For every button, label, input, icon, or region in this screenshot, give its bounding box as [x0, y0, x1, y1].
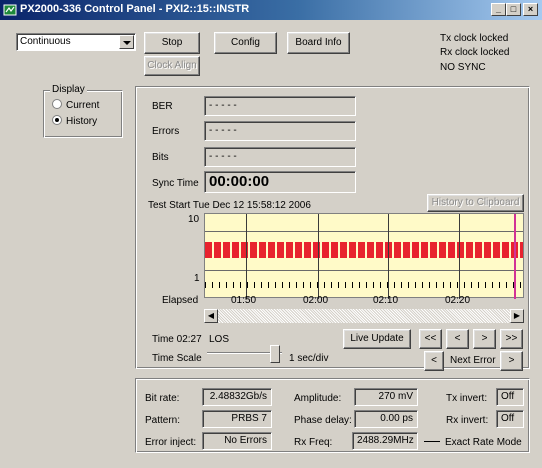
phase-delay-value: 0.00 ps	[354, 410, 418, 428]
display-group-label: Display	[50, 84, 87, 95]
errors-label: Errors	[152, 126, 180, 137]
x-axis-label: Elapsed	[162, 295, 199, 306]
bit-rate-value: 2.48832Gb/s	[202, 388, 272, 406]
radio-current-label: Current	[66, 100, 100, 111]
bits-label: Bits	[152, 152, 169, 163]
time-scale-value: 1 sec/div	[289, 353, 329, 364]
tx-invert-label: Tx invert:	[446, 393, 488, 404]
error-band	[205, 242, 523, 258]
history-plot[interactable]	[204, 213, 524, 299]
error-inject-label: Error inject:	[145, 437, 197, 448]
scroll-right-icon[interactable]: ▶	[510, 309, 524, 323]
title-bar[interactable]: PX2000-336 Control Panel - PXI2::15::INS…	[0, 0, 542, 20]
ber-label: BER	[152, 101, 173, 112]
gridline-mid	[205, 270, 523, 271]
scroll-track[interactable]	[218, 309, 510, 323]
gridline-top	[205, 231, 523, 232]
sync-time-label: Sync Time	[152, 178, 199, 189]
close-button[interactable]: ×	[523, 3, 538, 16]
pattern-value: PRBS 7	[202, 410, 272, 428]
x-tick-0150: 01:50	[231, 295, 257, 306]
exact-rate-dash	[424, 441, 440, 442]
minimize-button[interactable]: _	[491, 3, 506, 16]
scroll-left-icon[interactable]: ◀	[204, 309, 218, 323]
phase-delay-label: Phase delay:	[294, 415, 352, 426]
chevron-down-icon[interactable]	[119, 35, 134, 49]
prev-error-button[interactable]: <	[424, 351, 444, 371]
nav-next-button[interactable]: >	[473, 329, 496, 349]
amplitude-label: Amplitude:	[294, 393, 342, 404]
radio-history-dot[interactable]	[52, 115, 62, 125]
tx-clock-status: Tx clock locked	[440, 33, 509, 44]
board-info-button[interactable]: Board Info	[287, 32, 350, 54]
time-scale-label: Time Scale	[152, 353, 202, 364]
control-panel-window: PX2000-336 Control Panel - PXI2::15::INS…	[0, 0, 542, 468]
rx-invert-label: Rx invert:	[446, 415, 489, 426]
error-inject-value: No Errors	[202, 432, 272, 450]
window-title: PX2000-336 Control Panel - PXI2::15::INS…	[20, 3, 250, 15]
nav-last-button[interactable]: >>	[500, 329, 523, 349]
tx-invert-value[interactable]: Off	[496, 388, 524, 406]
nav-prev-button[interactable]: <	[446, 329, 469, 349]
x-tick-0210: 02:10	[373, 295, 399, 306]
x-axis-ticks	[205, 282, 523, 288]
exact-rate-mode-label: Exact Rate Mode	[445, 437, 522, 448]
radio-current[interactable]: Current	[52, 99, 99, 111]
pattern-label: Pattern:	[145, 415, 181, 426]
time-cursor[interactable]	[514, 214, 516, 299]
stop-button[interactable]: Stop	[144, 32, 200, 54]
rx-freq-value: 2488.29MHz	[352, 432, 418, 450]
rx-invert-value[interactable]: Off	[496, 410, 524, 428]
app-icon	[3, 4, 17, 16]
maximize-button[interactable]: □	[506, 3, 521, 16]
errors-value: - - - - -	[204, 121, 356, 141]
time-scale-thumb[interactable]	[270, 345, 280, 363]
display-group	[43, 90, 123, 138]
mode-select[interactable]: Continuous	[16, 33, 136, 51]
history-to-clipboard-button[interactable]: History to Clipboard	[427, 194, 524, 212]
live-update-button[interactable]: Live Update	[343, 329, 411, 349]
amplitude-value: 270 mV	[354, 388, 418, 406]
rx-freq-label: Rx Freq:	[294, 437, 333, 448]
bit-rate-label: Bit rate:	[145, 393, 180, 404]
y-axis-bottom-label: 1	[194, 273, 200, 284]
mode-select-value: Continuous	[20, 36, 71, 47]
radio-current-dot[interactable]	[52, 99, 62, 109]
bits-value: - - - - -	[204, 147, 356, 167]
sync-time-value: 00:00:00	[204, 171, 356, 193]
nav-first-button[interactable]: <<	[419, 329, 442, 349]
next-error-label: Next Error	[450, 355, 496, 366]
ber-value: - - - - -	[204, 96, 356, 116]
rx-clock-status: Rx clock locked	[440, 47, 510, 58]
next-error-button[interactable]: >	[500, 351, 523, 371]
y-axis-top-label: 10	[188, 214, 200, 225]
radio-history-label: History	[66, 116, 98, 127]
config-button[interactable]: Config	[214, 32, 277, 54]
time-text: Time 02:27	[152, 334, 202, 345]
radio-history[interactable]: History	[52, 115, 97, 127]
test-start-text: Test Start Tue Dec 12 15:58:12 2006	[148, 200, 311, 211]
x-tick-0220: 02:20	[445, 295, 471, 306]
history-scrollbar[interactable]: ◀ ▶	[204, 309, 524, 323]
x-tick-0200: 02:00	[303, 295, 329, 306]
sync-status: NO SYNC	[440, 62, 486, 73]
clock-align-button[interactable]: Clock Align	[144, 56, 200, 76]
los-text: LOS	[209, 334, 230, 345]
